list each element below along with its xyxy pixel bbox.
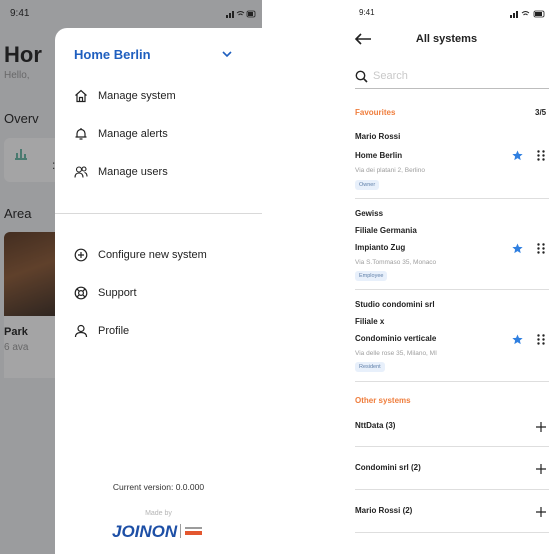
- plus-icon[interactable]: [536, 422, 546, 432]
- menu-divider: [55, 213, 262, 214]
- search-icon: [355, 70, 368, 83]
- left-phone-screen: 9:41 Hor Hello, Overv : Area Park 6 ava …: [0, 0, 262, 554]
- menu-item-manage-alerts[interactable]: Manage alerts: [74, 124, 168, 144]
- house-icon: [75, 89, 87, 103]
- system-owner: Studio condomini srl: [355, 300, 435, 309]
- menu-item-label: Profile: [98, 325, 130, 337]
- menu-item-label: Manage system: [98, 90, 176, 102]
- system-name: Impianto Zug: [355, 243, 406, 252]
- menu-item-label: Configure new system: [98, 249, 207, 261]
- drag-handle-icon[interactable]: [536, 334, 546, 345]
- plus-circle-icon: [74, 248, 88, 262]
- system-name: Condominio verticale: [355, 334, 437, 343]
- search-input[interactable]: Search: [373, 70, 408, 82]
- favourite-system-row[interactable]: Gewiss Filiale Germania Impianto Zug Via…: [355, 207, 549, 287]
- favourites-count: 3/5: [535, 108, 547, 117]
- status-icons: [510, 10, 545, 18]
- row-divider: [355, 289, 549, 290]
- person-icon: [74, 324, 88, 338]
- system-address: Via S.Tommaso 35, Monaco: [355, 259, 437, 266]
- joinon-logo: JOINON: [112, 522, 202, 541]
- system-branch: Filiale x: [355, 317, 385, 326]
- plus-icon[interactable]: [536, 464, 546, 474]
- system-address: Via dei platani 2, Berlino: [355, 167, 425, 174]
- lifebuoy-icon: [74, 286, 88, 300]
- status-time: 9:41: [359, 8, 375, 17]
- system-owner: Mario Rossi: [355, 132, 401, 141]
- made-by-text: Made by: [145, 510, 172, 517]
- menu-item-manage-system[interactable]: Manage system: [74, 86, 176, 106]
- system-name: Home Berlin: [355, 151, 403, 160]
- users-icon: [74, 166, 88, 178]
- bell-icon: [75, 128, 87, 140]
- chevron-down-icon[interactable]: [221, 48, 233, 60]
- menu-item-support[interactable]: Support: [74, 283, 137, 303]
- right-phone-screen: 9:41 All systems Search Favourites 3/5 M…: [344, 0, 549, 554]
- navigation-drawer: Home Berlin Manage system Manage alerts …: [55, 28, 262, 554]
- drag-handle-icon[interactable]: [536, 243, 546, 254]
- favourites-heading: Favourites: [355, 108, 396, 117]
- star-icon[interactable]: [512, 243, 523, 254]
- row-divider: [355, 198, 549, 199]
- row-divider: [355, 489, 549, 490]
- drag-handle-icon[interactable]: [536, 150, 546, 161]
- menu-item-manage-users[interactable]: Manage users: [74, 162, 168, 182]
- group-row-mario-rossi[interactable]: Mario Rossi (2): [355, 506, 412, 515]
- role-badge: Resident: [355, 362, 385, 372]
- star-icon[interactable]: [512, 150, 523, 161]
- status-icons: [226, 10, 256, 18]
- row-divider: [355, 532, 549, 533]
- menu-item-label: Manage alerts: [98, 128, 168, 140]
- role-badge: Employee: [355, 271, 388, 281]
- version-text: Current version: 0.0.000: [112, 482, 205, 492]
- system-address: Via delle rose 35, Milano, MI: [355, 350, 437, 357]
- favourite-system-row[interactable]: Mario Rossi Home Berlin Via dei platani …: [355, 130, 549, 194]
- joinon-logo-text: JOINON: [112, 522, 178, 541]
- menu-item-profile[interactable]: Profile: [74, 321, 129, 341]
- menu-item-label: Manage users: [98, 166, 168, 178]
- menu-item-configure-new-system[interactable]: Configure new system: [74, 245, 207, 265]
- row-divider: [355, 381, 549, 382]
- page-title: All systems: [415, 33, 478, 45]
- system-owner: Gewiss: [355, 209, 384, 218]
- plus-icon[interactable]: [536, 507, 546, 517]
- menu-item-label: Support: [98, 287, 137, 299]
- other-systems-heading: Other systems: [355, 396, 411, 405]
- system-branch: Filiale Germania: [355, 226, 417, 235]
- star-icon[interactable]: [512, 334, 523, 345]
- role-badge: Owner: [355, 180, 380, 190]
- search-underline: [355, 88, 549, 89]
- favourite-system-row[interactable]: Studio condomini srl Filiale x Condomini…: [355, 298, 549, 378]
- group-row-nttdata[interactable]: NttData (3): [355, 421, 395, 430]
- system-name[interactable]: Home Berlin: [74, 47, 151, 62]
- row-divider: [355, 446, 549, 447]
- group-row-condomini[interactable]: Condomini srl (2): [355, 463, 421, 472]
